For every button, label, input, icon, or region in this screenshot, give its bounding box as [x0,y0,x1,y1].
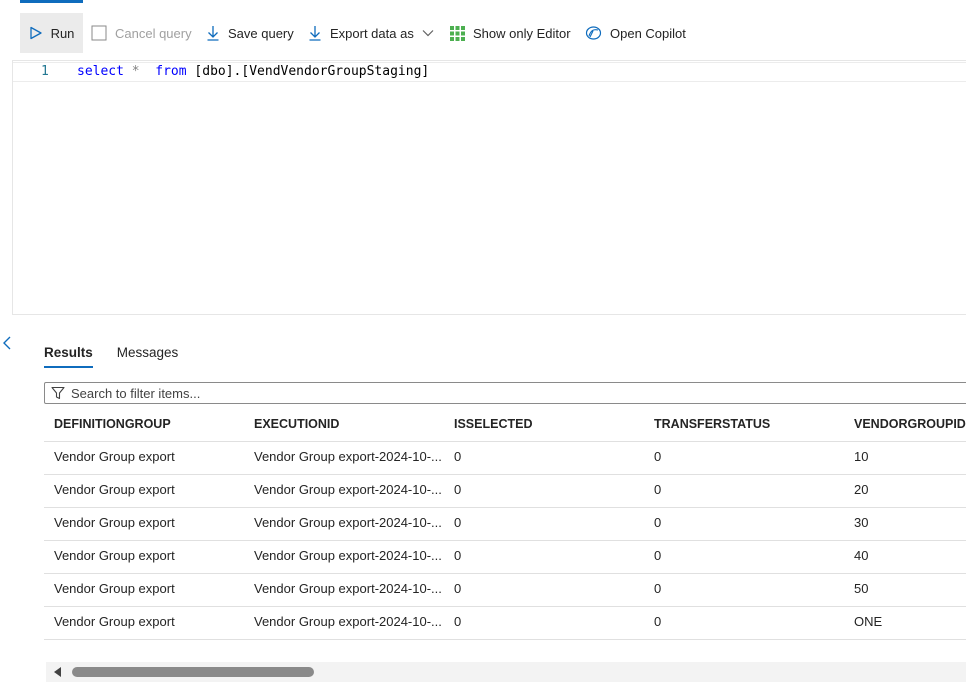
show-only-editor-label: Show only Editor [473,25,571,41]
table-cell: Vendor Group export [54,614,175,629]
run-button[interactable]: Run [20,13,83,53]
query-text[interactable]: select * from [dbo].[VendVendorGroupStag… [77,64,429,79]
table-cell: Vendor Group export-2024-10-... [254,515,442,530]
filter-input[interactable] [71,385,951,401]
table-row[interactable]: Vendor Group export Vendor Group export-… [44,541,966,574]
table-cell: 0 [654,614,662,629]
save-query-label: Save query [228,25,294,41]
tab-results[interactable]: Results [44,345,93,368]
show-only-editor-button[interactable]: Show only Editor [450,13,571,53]
table-cell: 50 [854,581,869,596]
table-cell: Vendor Group export [54,548,175,563]
column-header-isselected[interactable]: ISSELECTED [444,410,644,439]
column-header-transferstatus[interactable]: TRANSFERSTATUS [644,410,844,439]
export-data-dropdown[interactable]: Export data as [308,13,434,53]
table-row[interactable]: Vendor Group export Vendor Group export-… [44,607,966,640]
table-cell: Vendor Group export-2024-10-... [254,548,442,563]
column-header-vendorgroupid[interactable]: VENDORGROUPID [844,410,966,439]
cancel-query-label: Cancel query [115,25,192,41]
column-header-definitiongroup[interactable]: DEFINITIONGROUP [44,410,244,439]
table-cell: Vendor Group export [54,515,175,530]
filter-icon [51,386,65,400]
table-cell: 0 [654,548,662,563]
chevron-down-icon [422,30,434,37]
sql-editor[interactable]: 1 select * from [dbo].[VendVendorGroupSt… [12,60,966,315]
active-tab-indicator [20,0,83,3]
table-cell: Vendor Group export-2024-10-... [254,449,442,464]
table-cell: 30 [854,515,869,530]
table-cell: 20 [854,482,869,497]
open-copilot-label: Open Copilot [610,25,686,41]
table-cell: Vendor Group export [54,482,175,497]
download-arrow-icon [309,26,321,41]
keyword-select: select [77,64,124,79]
table-cell: 0 [454,449,462,464]
table-cell: ONE [854,614,883,629]
grid-icon [450,25,465,41]
column-header-executionid[interactable]: EXECUTIONID [244,410,444,439]
star-operator: * [131,64,140,79]
table-cell: 0 [654,449,662,464]
table-cell: 10 [854,449,869,464]
scrollbar-thumb[interactable] [72,667,314,677]
table-cell: 0 [654,581,662,596]
run-label: Run [50,25,75,41]
scroll-left-arrow-icon[interactable] [53,667,63,677]
table-row[interactable]: Vendor Group export Vendor Group export-… [44,442,966,475]
line-number: 1 [41,64,49,79]
horizontal-scrollbar[interactable] [46,662,966,682]
table-cell: Vendor Group export-2024-10-... [254,614,442,629]
table-cell: Vendor Group export [54,581,175,596]
table-cell: 0 [454,482,462,497]
table-cell: 40 [854,548,869,563]
keyword-from: from [155,64,187,79]
table-row[interactable]: Vendor Group export Vendor Group export-… [44,475,966,508]
table-cell: Vendor Group export [54,449,175,464]
chevron-left-icon [3,336,11,350]
table-row[interactable]: Vendor Group export Vendor Group export-… [44,508,966,541]
copilot-icon [585,26,602,40]
tab-messages[interactable]: Messages [117,345,179,368]
table-cell: 0 [654,482,662,497]
checkbox-icon [91,25,107,41]
table-cell: 0 [654,515,662,530]
table-name: [dbo].[VendVendorGroupStaging] [194,64,430,79]
cancel-query-button[interactable]: Cancel query [91,13,192,53]
collapse-panel-button[interactable] [2,335,12,354]
play-icon [29,26,42,40]
query-toolbar: Run Cancel query Save query Export data … [0,13,966,53]
table-cell: Vendor Group export-2024-10-... [254,482,442,497]
export-data-label: Export data as [330,25,414,41]
results-tabs: Results Messages [44,345,178,368]
table-cell: 0 [454,548,462,563]
results-grid: DEFINITIONGROUP EXECUTIONID ISSELECTED T… [44,410,966,640]
open-copilot-button[interactable]: Open Copilot [585,13,686,53]
filter-box[interactable] [44,382,966,404]
save-query-button[interactable]: Save query [206,13,294,53]
table-cell: 0 [454,581,462,596]
table-cell: Vendor Group export-2024-10-... [254,581,442,596]
table-cell: 0 [454,614,462,629]
table-cell: 0 [454,515,462,530]
download-arrow-icon [207,26,219,41]
table-row[interactable]: Vendor Group export Vendor Group export-… [44,574,966,607]
grid-header-row: DEFINITIONGROUP EXECUTIONID ISSELECTED T… [44,410,966,442]
